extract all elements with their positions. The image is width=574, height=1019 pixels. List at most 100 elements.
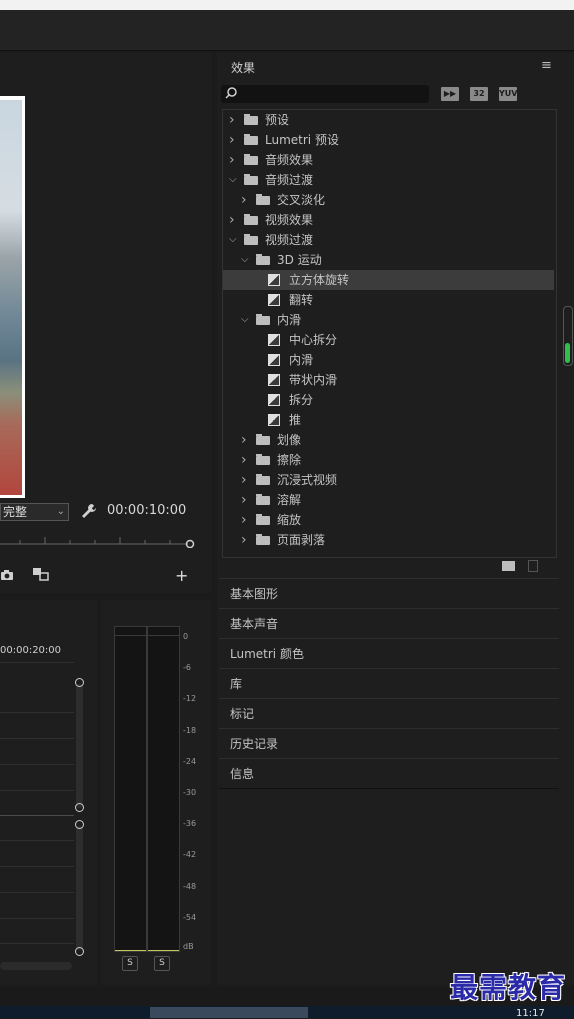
trash-icon[interactable]: [528, 560, 538, 572]
effect-folder[interactable]: ⌵ 内滑: [223, 310, 554, 330]
folder-icon: [244, 154, 258, 165]
folder-icon: [256, 474, 270, 485]
32bit-effects-icon[interactable]: 32: [470, 87, 488, 101]
effect-folder[interactable]: › 划像: [223, 430, 554, 450]
scroll-handle-top[interactable]: [75, 820, 84, 829]
transition-effect-icon: [268, 274, 280, 286]
audio-meter-left: [114, 626, 147, 952]
camera-icon[interactable]: [0, 568, 14, 582]
effect-item[interactable]: 带状内滑: [223, 370, 554, 390]
chevron-right-icon[interactable]: ›: [241, 490, 247, 510]
yuv-effects-icon[interactable]: YUV: [499, 87, 517, 101]
effect-folder[interactable]: › 预设: [223, 110, 554, 130]
scroll-handle-top[interactable]: [75, 678, 84, 687]
solo-right-button[interactable]: S: [154, 956, 170, 971]
chevron-down-icon[interactable]: ⌵: [229, 230, 237, 250]
chevron-right-icon[interactable]: ›: [229, 210, 235, 230]
effect-folder[interactable]: › 交叉淡化: [223, 190, 554, 210]
effect-item[interactable]: 拆分: [223, 390, 554, 410]
peak-indicator[interactable]: [148, 627, 179, 636]
panel-essential-graphics[interactable]: 基本图形: [219, 578, 559, 609]
effect-folder[interactable]: ⌵ 3D 运动: [223, 250, 554, 270]
panel-menu-icon[interactable]: ≡: [541, 58, 552, 73]
scroll-indicator: [565, 343, 570, 363]
add-button-icon[interactable]: +: [175, 566, 188, 585]
meter-level: [148, 950, 179, 951]
effect-item[interactable]: 中心拆分: [223, 330, 554, 350]
panel-libraries[interactable]: 库: [219, 668, 559, 699]
monitor-time-ruler[interactable]: [0, 534, 195, 548]
tree-item-label: Lumetri 预设: [265, 133, 339, 147]
chevron-right-icon[interactable]: ›: [229, 130, 235, 150]
watermark-text: 最需教育: [450, 971, 567, 1004]
scroll-handle-bottom[interactable]: [75, 803, 84, 812]
chevron-right-icon[interactable]: ›: [229, 110, 235, 130]
panel-label: Lumetri 颜色: [230, 647, 304, 661]
panel-label: 基本图形: [230, 587, 279, 601]
transition-effect-icon: [268, 394, 280, 406]
taskbar-app-button[interactable]: [150, 1007, 308, 1018]
panel-label: 库: [230, 677, 243, 691]
chevron-right-icon[interactable]: ›: [229, 150, 235, 170]
wrench-icon[interactable]: [80, 502, 98, 520]
db-tick-label: -12: [183, 694, 197, 703]
effects-search-input[interactable]: [221, 85, 429, 103]
accelerated-effects-icon[interactable]: ▶▶: [441, 87, 459, 101]
solo-left-button[interactable]: S: [122, 956, 138, 971]
track-divider: [0, 712, 74, 713]
chevron-down-icon[interactable]: ⌵: [241, 310, 249, 330]
folder-icon: [256, 454, 270, 465]
effect-item[interactable]: 翻转: [223, 290, 554, 310]
peak-indicator[interactable]: [115, 627, 146, 636]
chevron-right-icon[interactable]: ›: [241, 530, 247, 550]
effect-folder[interactable]: ⌵ 音频过渡: [223, 170, 554, 190]
tree-item-label: 擦除: [277, 453, 302, 467]
comparison-view-icon[interactable]: [32, 566, 50, 582]
fit-select[interactable]: 完整 ⌄: [0, 503, 69, 521]
effect-folder[interactable]: › 擦除: [223, 450, 554, 470]
preset-folder-icon: [244, 114, 258, 125]
track-divider: [0, 918, 74, 919]
effects-panel-title[interactable]: 效果: [231, 59, 255, 76]
tree-item-label: 交叉淡化: [277, 193, 326, 207]
scroll-handle-bottom[interactable]: [75, 947, 84, 956]
playhead-timecode[interactable]: 00:00:10:00: [107, 503, 186, 518]
effect-item[interactable]: 内滑: [223, 350, 554, 370]
chevron-right-icon[interactable]: ›: [241, 470, 247, 490]
chevron-right-icon[interactable]: ›: [241, 190, 247, 210]
tree-item-label: 划像: [277, 433, 302, 447]
panel-markers[interactable]: 标记: [219, 698, 559, 729]
folder-icon: [256, 514, 270, 525]
track-divider: [0, 866, 74, 867]
chevron-down-icon[interactable]: ⌵: [241, 250, 249, 270]
effect-folder[interactable]: › Lumetri 预设: [223, 130, 554, 150]
folder-icon: [244, 214, 258, 225]
chevron-right-icon[interactable]: ›: [241, 450, 247, 470]
panel-lumetri-color[interactable]: Lumetri 颜色: [219, 638, 559, 669]
effect-item[interactable]: 推: [223, 410, 554, 430]
track-divider: [0, 790, 74, 791]
tree-item-label: 中心拆分: [289, 333, 338, 347]
chevron-right-icon[interactable]: ›: [241, 510, 247, 530]
audio-track-scrollbar[interactable]: [76, 826, 83, 950]
track-divider: [0, 840, 74, 841]
timeline-horizontal-scrollbar[interactable]: [0, 962, 72, 970]
preset-folder-icon: [244, 134, 258, 145]
video-track-scrollbar[interactable]: [76, 684, 83, 808]
chevron-down-icon[interactable]: ⌵: [229, 170, 237, 190]
chevron-right-icon[interactable]: ›: [241, 430, 247, 450]
panel-info[interactable]: 信息: [219, 758, 559, 789]
db-unit-label: dB: [183, 942, 194, 951]
effect-folder[interactable]: › 音频效果: [223, 150, 554, 170]
effect-item[interactable]: 立方体旋转: [223, 270, 554, 290]
effect-folder[interactable]: › 沉浸式视频: [223, 470, 554, 490]
effect-folder[interactable]: › 溶解: [223, 490, 554, 510]
panel-history[interactable]: 历史记录: [219, 728, 559, 759]
effect-folder[interactable]: › 视频效果: [223, 210, 554, 230]
new-bin-icon[interactable]: [502, 561, 515, 571]
effect-folder[interactable]: ⌵ 视频过渡: [223, 230, 554, 250]
effect-folder[interactable]: › 页面剥落: [223, 530, 554, 550]
effect-folder[interactable]: › 缩放: [223, 510, 554, 530]
tree-item-label: 带状内滑: [289, 373, 338, 387]
panel-essential-sound[interactable]: 基本声音: [219, 608, 559, 639]
